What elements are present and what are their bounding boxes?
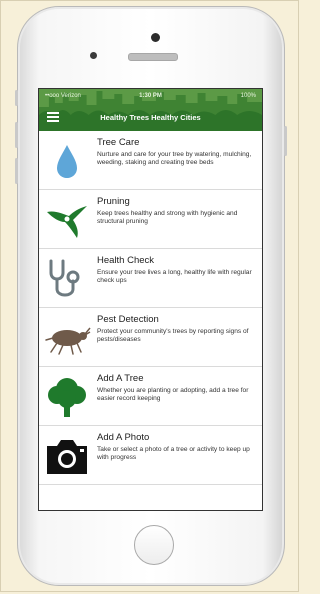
pruning-shears-icon bbox=[47, 206, 87, 238]
item-title: Add A Tree bbox=[97, 373, 144, 384]
front-camera bbox=[90, 52, 97, 59]
item-description: Take or select a photo of a tree or acti… bbox=[97, 446, 250, 462]
list-item-pest-detection[interactable]: Pest Detection Protect your community's … bbox=[39, 308, 262, 367]
list-item-pruning[interactable]: Pruning Keep trees healthy and strong wi… bbox=[39, 190, 262, 249]
item-title: Add A Photo bbox=[97, 432, 150, 443]
app-screen: ••ooo Verizon 1:30 PM 100% Healthy Trees… bbox=[38, 88, 263, 511]
status-time: 1:30 PM bbox=[139, 93, 162, 99]
item-description: Protect your community's trees by report… bbox=[97, 328, 249, 344]
volume-up-button bbox=[15, 122, 18, 148]
status-bar: ••ooo Verizon 1:30 PM 100% bbox=[39, 91, 262, 101]
battery-text: 100% bbox=[240, 93, 256, 99]
list-item-add-a-photo[interactable]: Add A Photo Take or select a photo of a … bbox=[39, 426, 262, 485]
list-item-health-check[interactable]: Health Check Ensure your tree lives a lo… bbox=[39, 249, 262, 308]
item-description: Ensure your tree lives a long, healthy l… bbox=[97, 269, 252, 285]
app-header: ••ooo Verizon 1:30 PM 100% Healthy Trees… bbox=[39, 89, 262, 131]
camera-dot bbox=[151, 33, 160, 42]
item-description: Whether you are planting or adopting, ad… bbox=[97, 387, 249, 403]
mute-switch bbox=[15, 90, 18, 106]
power-button bbox=[284, 126, 287, 156]
item-title: Health Check bbox=[97, 255, 155, 266]
beetle-icon bbox=[45, 327, 91, 355]
item-title: Pruning bbox=[97, 196, 130, 207]
camera-icon bbox=[47, 440, 87, 474]
tree-icon bbox=[48, 378, 86, 417]
list-item-tree-care[interactable]: Tree Care Nurture and care for your tree… bbox=[39, 131, 262, 190]
stethoscope-icon bbox=[49, 259, 80, 297]
item-description: Keep trees healthy and strong with hygie… bbox=[97, 210, 238, 226]
home-button[interactable] bbox=[134, 525, 174, 565]
earpiece-speaker bbox=[128, 53, 178, 61]
item-title: Pest Detection bbox=[97, 314, 159, 325]
list-item-add-a-tree[interactable]: Add A Tree Whether you are planting or a… bbox=[39, 367, 262, 426]
water-drop-icon bbox=[57, 145, 77, 178]
item-description: Nurture and care for your tree by wateri… bbox=[97, 151, 252, 167]
app-title: Healthy Trees Healthy Cities bbox=[100, 113, 201, 122]
feature-list: Tree Care Nurture and care for your tree… bbox=[39, 131, 262, 485]
item-title: Tree Care bbox=[97, 137, 140, 148]
volume-down-button bbox=[15, 158, 18, 184]
